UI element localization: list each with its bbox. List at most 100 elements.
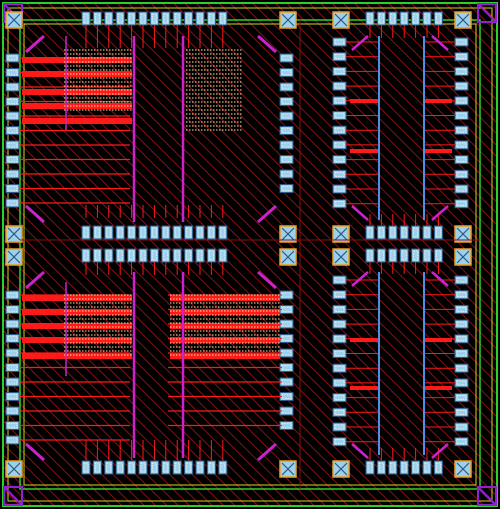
pad-column-outer — [454, 393, 469, 403]
corner-cell-top-right — [279, 11, 297, 29]
pad-column-right — [279, 169, 294, 179]
metal-bus — [22, 353, 132, 359]
pad-row-top — [206, 11, 216, 26]
pad-row-top — [138, 460, 148, 475]
pad-row-center — [127, 225, 137, 240]
pad-column-outer — [454, 334, 469, 344]
pad-row-center — [81, 225, 91, 240]
pad-column-outer — [454, 155, 469, 165]
metal-bus — [170, 337, 280, 343]
metal-bus — [22, 295, 132, 301]
corner-cell-mid-left — [5, 248, 23, 266]
pad-row-right-center — [365, 225, 375, 240]
pad-row-right — [365, 11, 375, 26]
pad-column-inner — [332, 81, 347, 91]
pad-row-center — [115, 248, 125, 263]
pad-row-center — [161, 248, 171, 263]
pad-column-left — [5, 111, 20, 121]
pad-row-center — [184, 225, 194, 240]
pad-column-left — [5, 421, 20, 430]
pad-row-right — [376, 11, 386, 26]
pad-column-right — [279, 140, 294, 150]
pad-row-center — [127, 248, 137, 263]
metal-bus — [424, 338, 452, 342]
corner-cell-bottom-left — [5, 460, 23, 478]
pad-row-top — [115, 11, 125, 26]
pad-column-inner — [332, 52, 347, 62]
pad-row-center — [81, 248, 91, 263]
corner-cell-bottom — [332, 460, 350, 478]
pad-row-top — [218, 460, 228, 475]
pad-row-top — [92, 460, 102, 475]
pad-row-center — [218, 225, 228, 240]
pad-column-inner — [332, 125, 347, 135]
corner-cell-mid — [454, 248, 472, 266]
pad-row-top — [81, 11, 91, 26]
pad-column-outer — [454, 199, 469, 209]
pad-row-right-center — [399, 248, 409, 263]
pad-column-outer — [454, 81, 469, 91]
pad-column-inner — [332, 378, 347, 388]
pad-column-inner — [332, 407, 347, 417]
metal-bus — [22, 309, 132, 315]
pad-column-left — [5, 140, 20, 150]
pad-column-outer — [454, 437, 469, 447]
pad-row-center — [195, 248, 205, 263]
pad-row-top — [195, 11, 205, 26]
corner-cell-top-left — [5, 11, 23, 29]
pad-row-top — [127, 11, 137, 26]
layout-canvas — [0, 0, 500, 509]
pad-row-center — [172, 248, 182, 263]
pad-row-top — [81, 460, 91, 475]
pad-row-top — [92, 11, 102, 26]
pad-row-top — [104, 11, 114, 26]
pad-row-right — [422, 460, 432, 475]
pad-row-top — [149, 460, 159, 475]
pad-row-right-center — [365, 248, 375, 263]
pad-row-center — [218, 248, 228, 263]
pad-column-inner — [332, 111, 347, 120]
pad-column-outer — [454, 378, 469, 388]
pad-column-left — [5, 334, 20, 343]
pad-row-top — [206, 460, 216, 475]
pad-column-left — [5, 184, 20, 193]
pad-row-top — [138, 11, 148, 26]
pad-column-inner — [332, 140, 347, 150]
corner-cell-mid-right — [279, 248, 297, 266]
pad-row-right — [433, 460, 443, 475]
pad-row-top — [115, 460, 125, 475]
pad-column-inner — [332, 37, 347, 47]
pad-row-right — [399, 460, 409, 475]
pad-column-inner — [332, 96, 347, 106]
pad-column-inner — [332, 437, 347, 447]
pad-column-right — [279, 111, 294, 121]
metal-bus — [350, 99, 378, 103]
pad-row-right-center — [411, 225, 421, 240]
pad-column-inner — [332, 199, 347, 209]
pad-column-outer — [454, 111, 469, 120]
pad-column-inner — [332, 66, 347, 76]
pad-row-center — [184, 248, 194, 263]
pad-column-left — [5, 392, 20, 401]
pad-row-right — [388, 11, 398, 26]
pad-column-left — [5, 363, 20, 372]
pad-row-center — [104, 248, 114, 263]
pad-row-right — [388, 460, 398, 475]
pad-row-top — [161, 11, 171, 26]
pad-row-right — [376, 460, 386, 475]
metal-bus — [170, 309, 280, 315]
corner-cell-bottom — [454, 460, 472, 478]
pad-row-right — [422, 11, 432, 26]
pad-row-right-center — [422, 248, 432, 263]
pad-row-center — [161, 225, 171, 240]
metal-bus — [350, 386, 378, 390]
pad-column-left — [5, 82, 20, 92]
pad-row-top — [161, 460, 171, 475]
metal-bus — [170, 323, 280, 329]
pad-row-top — [149, 11, 159, 26]
pad-row-right-center — [422, 225, 432, 240]
pad-column-inner — [332, 319, 347, 329]
pad-column-outer — [454, 184, 469, 194]
pad-row-right-center — [399, 225, 409, 240]
pad-column-left — [5, 97, 20, 106]
